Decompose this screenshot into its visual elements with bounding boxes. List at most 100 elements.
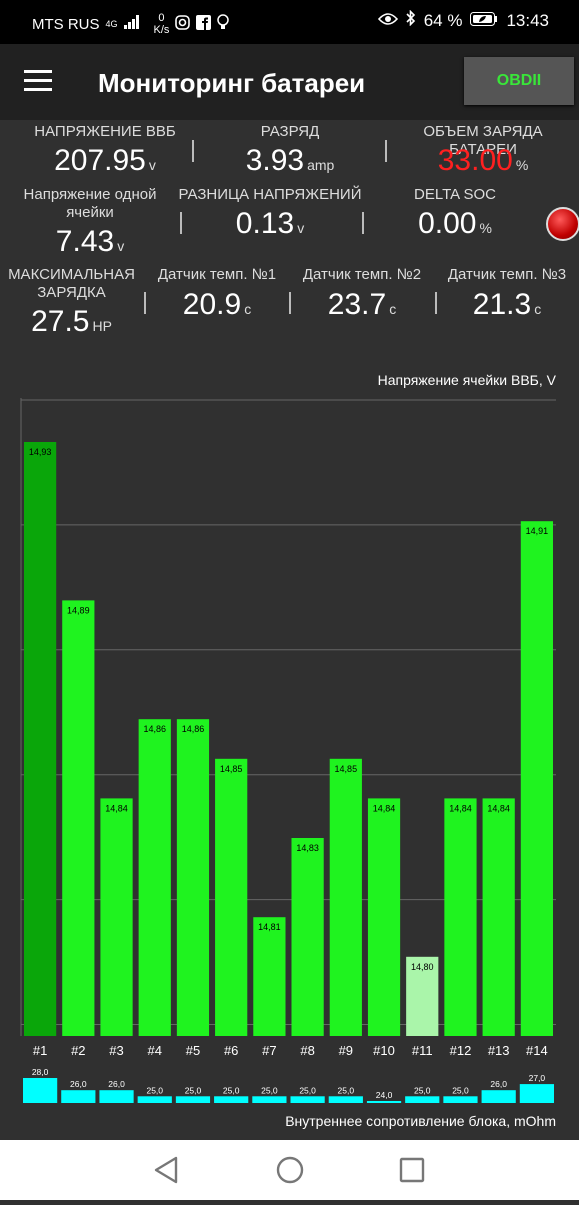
resistance-value-label: 26,0 [70, 1079, 87, 1089]
voltage-diff-label: РАЗНИЦА НАПРЯЖЕНИЙ [178, 186, 362, 203]
voltage-hvb-label: НАПРЯЖЕНИЕ ВВБ [34, 123, 176, 140]
app-bar: Мониторинг батареи OBDII [0, 44, 579, 120]
resistance-value-label: 25,0 [414, 1085, 431, 1095]
bar [100, 798, 133, 1036]
clock: 13:43 [506, 10, 549, 30]
max-charge-label: МАКСИМАЛЬНАЯ ЗАРЯДКА [4, 266, 139, 302]
battery-icon [470, 11, 498, 31]
temp2-number: 23.7 [327, 288, 387, 321]
resistance-bar [175, 1096, 211, 1103]
bar-value-label: 14,86 [143, 724, 166, 734]
category-label: #13 [488, 1043, 510, 1058]
voltage-hvb-unit: v [148, 157, 156, 173]
max-charge-value: 27.5 HP [4, 305, 139, 339]
temp1-value: 20.9 c [146, 288, 288, 322]
resistance-value-label: 25,0 [299, 1085, 316, 1095]
net-speed: 0 K/s [154, 12, 170, 36]
category-label: #5 [186, 1043, 200, 1058]
temp2-label: Датчик темп. №2 [302, 266, 422, 283]
max-charge-label-line1: МАКСИМАЛЬНАЯ [8, 266, 135, 283]
hamburger-menu-icon[interactable] [24, 70, 52, 92]
bar [215, 758, 248, 1036]
bar [62, 600, 95, 1036]
temp3-value: 21.3 c [436, 288, 578, 322]
resistance-value-label: 28,0 [32, 1067, 49, 1077]
charge-volume-unit: % [515, 157, 529, 173]
divider [385, 140, 387, 162]
temp3-number: 21.3 [472, 288, 532, 321]
bar [520, 521, 553, 1036]
resistance-bar [252, 1096, 287, 1103]
cell-voltage-value: 7.43 v [10, 225, 170, 259]
bar [482, 798, 515, 1036]
bar-value-label: 14,86 [182, 724, 205, 734]
category-label: #9 [339, 1043, 353, 1058]
instagram-icon [175, 14, 191, 34]
voltage-diff-unit: v [297, 220, 305, 236]
bulb-icon [217, 14, 230, 34]
resistance-value-label: 25,0 [338, 1085, 355, 1095]
discharge-label: РАЗРЯД [260, 123, 320, 140]
carrier-label: MTS RUS [32, 15, 100, 33]
resistance-bar [23, 1078, 58, 1103]
resistance-value-label: 25,0 [223, 1085, 240, 1095]
page-title: Мониторинг батареи [98, 68, 366, 98]
delta-soc-number: 0.00 [418, 207, 477, 240]
bar-value-label: 14,83 [296, 843, 319, 853]
bar [176, 719, 210, 1036]
resistance-value-label: 26,0 [490, 1079, 507, 1089]
resistance-value-label: 26,0 [108, 1079, 125, 1089]
bar-value-label: 14,85 [335, 764, 358, 774]
max-charge-unit: HP [92, 318, 112, 334]
voltage-diff-value: 0.13 v [175, 207, 365, 241]
bar-value-label: 14,84 [105, 803, 128, 813]
voltage-hvb-value: 207.95 v [10, 144, 200, 178]
resistance-bar [328, 1096, 363, 1103]
facebook-icon [196, 14, 212, 34]
obd-button[interactable]: OBDII [464, 57, 574, 105]
resistance-bar [443, 1096, 478, 1103]
bar [329, 758, 362, 1036]
eye-icon [377, 11, 398, 31]
resistance-bar [137, 1096, 172, 1103]
bar-value-label: 14,85 [220, 764, 243, 774]
net-speed-unit: K/s [153, 24, 170, 36]
bar-value-label: 14,84 [373, 803, 396, 813]
recents-icon[interactable] [399, 1157, 425, 1183]
resistance-bar [366, 1101, 402, 1103]
resistance-value-label: 25,0 [146, 1085, 163, 1095]
bar-value-label: 14,93 [29, 447, 52, 457]
category-label: #4 [148, 1043, 162, 1058]
temp2-value: 23.7 c [291, 288, 433, 322]
temp1-label: Датчик темп. №1 [157, 266, 277, 283]
discharge-value: 3.93 amp [195, 144, 385, 178]
resistance-value-label: 25,0 [452, 1085, 469, 1095]
delta-soc-value: 0.00% [360, 207, 550, 241]
bar [24, 442, 57, 1036]
max-charge-label-line2: ЗАРЯДКА [37, 284, 106, 301]
cell-voltage-label: Напряжение одной ячейки [10, 186, 170, 222]
cell-voltage-chart: Напряжение ячейки ВВБ, V 14,93 #1 14,89 #2 14… [0, 360, 579, 1140]
temp3-unit: c [534, 301, 542, 317]
bluetooth-icon [406, 9, 416, 31]
delta-soc-unit: % [479, 220, 492, 236]
network-type: 4G [105, 19, 118, 29]
temp1-unit: c [244, 301, 252, 317]
category-label: #2 [71, 1043, 85, 1058]
resistance-bar [290, 1096, 325, 1103]
category-label: #11 [412, 1043, 433, 1058]
bar [253, 917, 286, 1036]
record-button[interactable] [546, 207, 579, 241]
discharge-unit: amp [307, 157, 335, 173]
net-speed-value: 0 [158, 12, 165, 24]
home-icon[interactable] [276, 1156, 304, 1184]
resistance-bar [61, 1090, 96, 1103]
resistance-title: Внутреннее сопротивление блока, mOhm [285, 1113, 556, 1129]
delta-soc-label: DELTA SOC [414, 186, 496, 203]
resistance-bar [481, 1090, 516, 1103]
divider [192, 140, 194, 162]
resistance-bar [99, 1090, 134, 1103]
back-icon[interactable] [154, 1156, 178, 1184]
resistance-bar [214, 1096, 249, 1103]
category-label: #1 [33, 1043, 47, 1058]
